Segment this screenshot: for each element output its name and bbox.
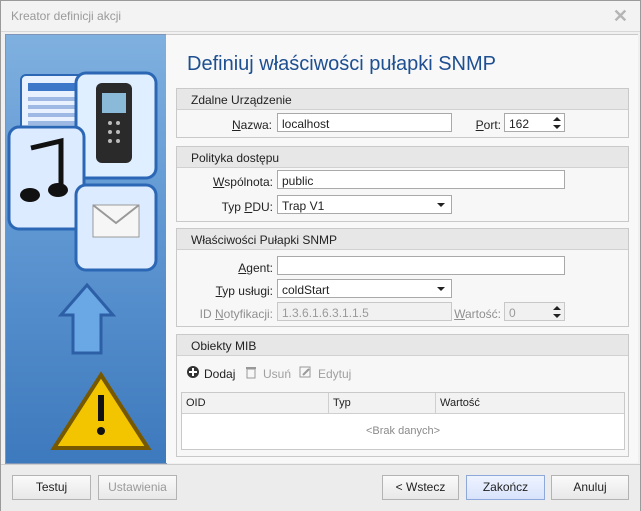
- service-type-label: Typ usługi:: [215, 284, 273, 298]
- value-spin-buttons: [552, 304, 562, 319]
- port-spin-buttons[interactable]: [552, 115, 562, 130]
- settings-button: Ustawienia: [98, 475, 177, 500]
- back-button[interactable]: < Wstecz: [382, 475, 459, 500]
- up-arrow-icon: [57, 282, 117, 355]
- snmp-trap-properties-group: Właściwości Pułapki SNMP Agent: Typ usłu…: [176, 228, 629, 327]
- remote-device-group-title: Zdalne Urządzenie: [177, 89, 628, 110]
- close-icon[interactable]: ✕: [613, 6, 628, 27]
- sidebar-illustration: [7, 71, 158, 450]
- page-title: Definiuj właściwości pułapki SNMP: [187, 53, 496, 75]
- mobile-phone-icon: [74, 71, 158, 180]
- mail-icon: [74, 183, 158, 272]
- cancel-button[interactable]: Anuluj: [551, 475, 629, 500]
- finish-button[interactable]: Zakończ: [466, 475, 545, 500]
- value-spinner: 0: [504, 302, 565, 321]
- trash-icon: [246, 367, 256, 379]
- column-divider: [328, 393, 329, 413]
- mib-objects-table[interactable]: OID Typ Wartość <Brak danych>: [181, 392, 625, 450]
- pdu-type-value: Trap V1: [282, 199, 325, 213]
- service-type-select[interactable]: coldStart: [277, 279, 452, 298]
- type-column-header[interactable]: Typ: [333, 397, 351, 409]
- chevron-down-icon: [437, 203, 445, 207]
- value-column-header[interactable]: Wartość: [440, 397, 480, 409]
- service-type-value: coldStart: [282, 283, 330, 297]
- add-icon[interactable]: [186, 365, 200, 379]
- agent-label: Agent:: [238, 261, 273, 275]
- mib-objects-group-title: Obiekty MIB: [177, 335, 628, 356]
- name-field[interactable]: localhost: [277, 113, 452, 132]
- pdu-type-label: Typ PDU:: [221, 200, 273, 214]
- name-label: Nazwa:: [231, 118, 272, 132]
- remote-device-group: Zdalne Urządzenie Nazwa: localhost Port:…: [176, 88, 629, 138]
- remove-button: Usuń: [263, 367, 292, 381]
- button-bar: Testuj Ustawienia < Wstecz Zakończ Anulu…: [1, 464, 640, 511]
- oid-column-header[interactable]: OID: [186, 397, 206, 409]
- notification-id-label: ID Notyfikacji:: [199, 307, 273, 321]
- title-bar: Kreator definicji akcji ✕: [1, 1, 640, 32]
- column-divider: [435, 393, 436, 413]
- window-title: Kreator definicji akcji: [11, 9, 122, 23]
- music-note-icon: [7, 125, 86, 231]
- pdu-type-select[interactable]: Trap V1: [277, 195, 452, 214]
- test-button[interactable]: Testuj: [12, 475, 91, 500]
- access-policy-group: Polityka dostępu Wspólnota: public Typ P…: [176, 146, 629, 222]
- snmp-trap-properties-group-title: Właściwości Pułapki SNMP: [177, 229, 628, 250]
- chevron-down-icon: [437, 287, 445, 291]
- add-button[interactable]: Dodaj: [204, 367, 235, 381]
- agent-field[interactable]: [277, 256, 565, 275]
- empty-table-text: <Brak danych>: [366, 425, 440, 437]
- notification-id-field: 1.3.6.1.6.3.1.1.5: [277, 302, 452, 321]
- table-header: OID Typ Wartość: [182, 393, 624, 414]
- wizard-window: Kreator definicji akcji ✕ Definiuj właśc…: [0, 0, 641, 511]
- edit-button: Edytuj: [318, 367, 352, 381]
- value-label: Wartość:: [454, 307, 501, 321]
- community-field[interactable]: public: [277, 170, 565, 189]
- community-label: Wspólnota:: [212, 175, 273, 189]
- warning-icon: [50, 371, 152, 450]
- wizard-sidebar: [5, 34, 167, 464]
- access-policy-group-title: Polityka dostępu: [177, 147, 628, 168]
- value-spinner-value: 0: [509, 306, 516, 320]
- port-value: 162: [509, 117, 530, 131]
- port-spinner[interactable]: 162: [504, 113, 565, 132]
- wizard-content: Definiuj właściwości pułapki SNMP Zdalne…: [166, 34, 638, 463]
- mib-objects-group: Obiekty MIB Dodaj Usuń Edytuj OID Typ Wa…: [176, 334, 629, 457]
- edit-icon: [299, 366, 311, 378]
- port-label: Port:: [475, 118, 501, 132]
